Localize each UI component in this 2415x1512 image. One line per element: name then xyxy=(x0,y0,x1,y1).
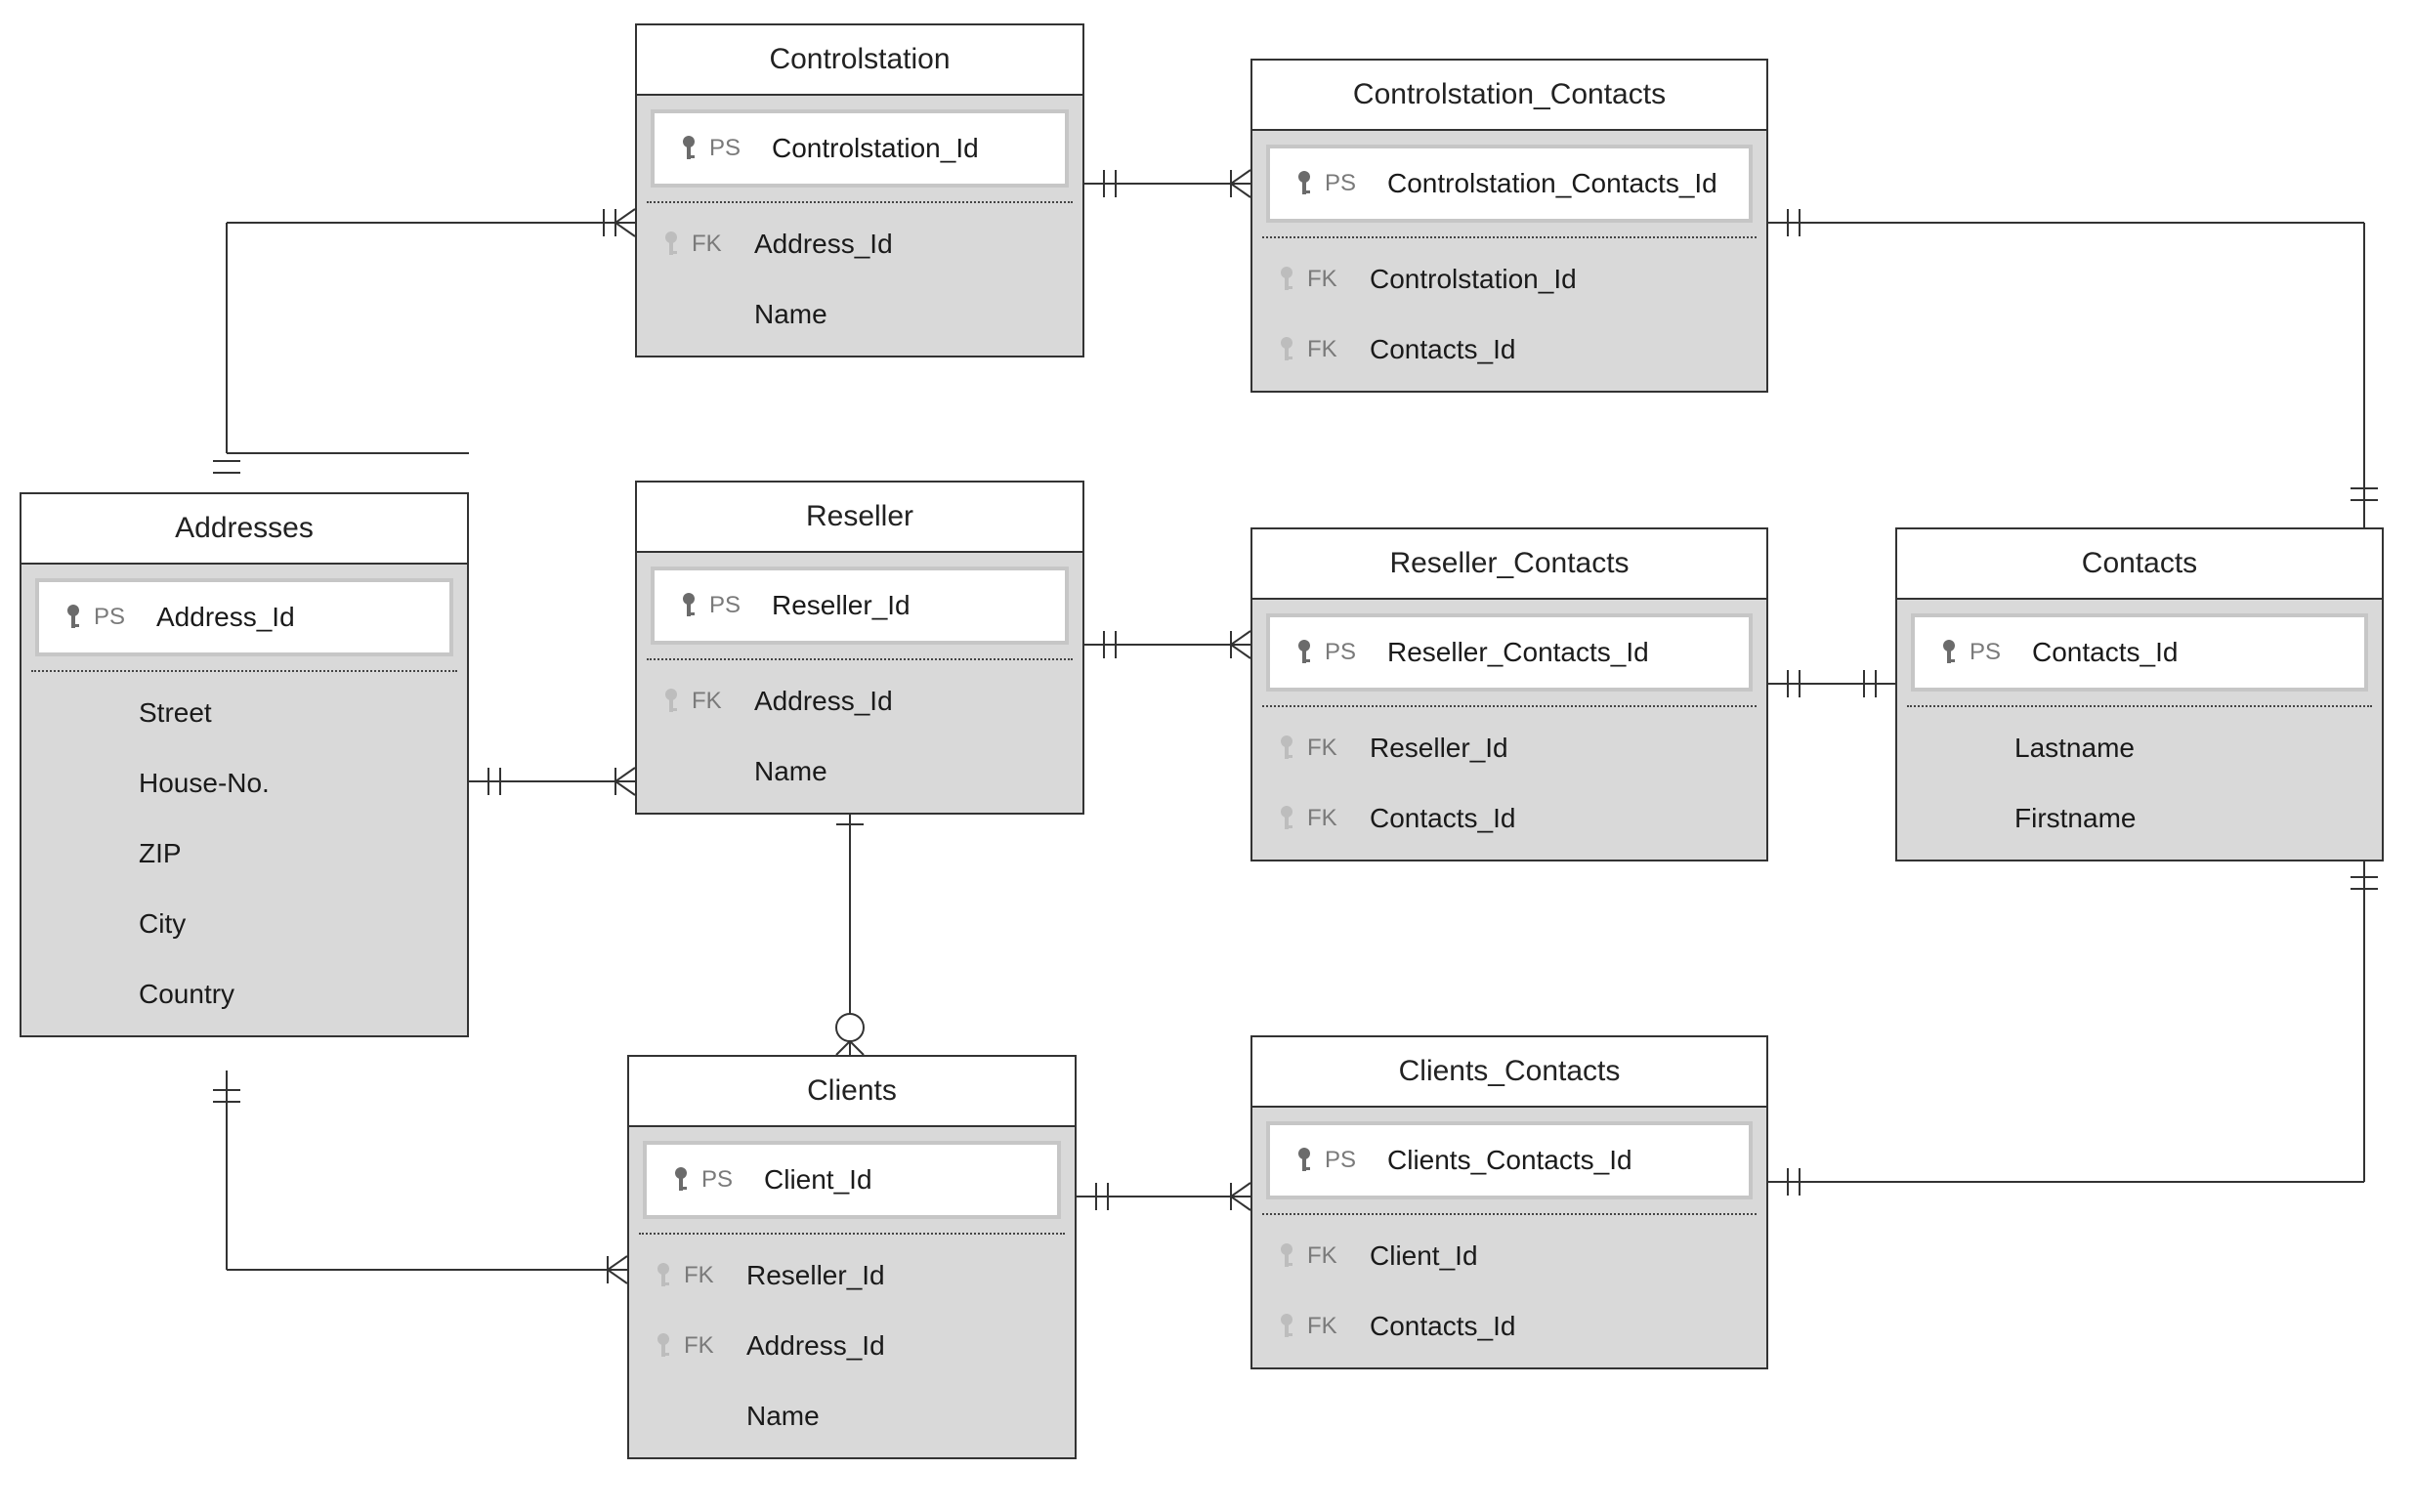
key-type-label: PS xyxy=(1325,1147,1372,1174)
foreign-key-icon xyxy=(651,230,692,259)
field-name: Street xyxy=(123,697,457,729)
field-name: Address_Id xyxy=(739,686,1073,717)
foreign-key-icon xyxy=(1266,1312,1307,1341)
key-type-label: PS xyxy=(1970,639,2016,666)
field-name: Name xyxy=(731,1401,1065,1432)
field-name: Name xyxy=(739,299,1073,330)
entity-reseller: Reseller PS Reseller_Id FK Address_Id Na… xyxy=(635,481,1084,815)
primary-key-icon xyxy=(1284,1146,1325,1175)
foreign-key-icon xyxy=(643,1261,684,1290)
foreign-key-icon xyxy=(1266,804,1307,833)
field-name: Client_Id xyxy=(748,1164,1047,1196)
field-name: Contacts_Id xyxy=(1354,1311,1757,1342)
primary-key-icon xyxy=(668,591,709,620)
field-name: Name xyxy=(739,756,1073,787)
primary-key-icon xyxy=(1284,638,1325,667)
key-type-label: PS xyxy=(701,1166,748,1194)
field-name: Lastname xyxy=(1999,733,2372,764)
field-name: Contacts_Id xyxy=(2016,637,2354,668)
field-name: Firstname xyxy=(1999,803,2372,834)
primary-key-icon xyxy=(1928,638,1970,667)
key-type-label: FK xyxy=(684,1262,731,1289)
key-type-label: FK xyxy=(684,1332,731,1360)
key-type-label: FK xyxy=(1307,805,1354,832)
entity-controlstation-contacts: Controlstation_Contacts PS Controlstatio… xyxy=(1250,59,1768,393)
field-name: Client_Id xyxy=(1354,1240,1757,1272)
field-name: ZIP xyxy=(123,838,457,869)
entity-title: Clients xyxy=(629,1057,1075,1127)
field-name: Reseller_Id xyxy=(1354,733,1757,764)
key-type-label: FK xyxy=(1307,336,1354,363)
field-name: House-No. xyxy=(123,768,457,799)
entity-reseller-contacts: Reseller_Contacts PS Reseller_Contacts_I… xyxy=(1250,527,1768,861)
foreign-key-icon xyxy=(651,687,692,716)
field-name: Country xyxy=(123,979,457,1010)
field-name: Address_Id xyxy=(731,1330,1065,1362)
field-name: Contacts_Id xyxy=(1354,334,1757,365)
key-type-label: PS xyxy=(94,604,141,631)
key-type-label: PS xyxy=(709,135,756,162)
field-name: Address_Id xyxy=(141,602,440,633)
field-name: Clients_Contacts_Id xyxy=(1372,1145,1739,1176)
key-type-label: FK xyxy=(1307,1242,1354,1270)
entity-contacts: Contacts PS Contacts_Id Lastname Firstna… xyxy=(1895,527,2384,861)
foreign-key-icon xyxy=(643,1331,684,1361)
key-type-label: FK xyxy=(1307,735,1354,762)
entity-title: Reseller_Contacts xyxy=(1252,529,1766,600)
field-name: Address_Id xyxy=(739,229,1073,260)
field-name: Contacts_Id xyxy=(1354,803,1757,834)
entity-title: Contacts xyxy=(1897,529,2382,600)
field-name: Reseller_Contacts_Id xyxy=(1372,637,1739,668)
field-name: Controlstation_Id xyxy=(1354,264,1757,295)
entity-controlstation: Controlstation PS Controlstation_Id FK A… xyxy=(635,23,1084,357)
entity-title: Addresses xyxy=(21,494,467,565)
field-name: Controlstation_Contacts_Id xyxy=(1372,168,1739,199)
primary-key-icon xyxy=(53,603,94,632)
field-name: City xyxy=(123,908,457,940)
foreign-key-icon xyxy=(1266,335,1307,364)
entity-title: Clients_Contacts xyxy=(1252,1037,1766,1108)
entity-title: Controlstation_Contacts xyxy=(1252,61,1766,131)
field-name: Reseller_Id xyxy=(731,1260,1065,1291)
foreign-key-icon xyxy=(1266,1241,1307,1271)
entity-clients: Clients PS Client_Id FK Reseller_Id FK A… xyxy=(627,1055,1077,1459)
entity-title: Controlstation xyxy=(637,25,1082,96)
entity-addresses: Addresses PS Address_Id Street House-No.… xyxy=(20,492,469,1037)
primary-key-icon xyxy=(660,1165,701,1195)
primary-key-icon xyxy=(668,134,709,163)
key-type-label: FK xyxy=(1307,1313,1354,1340)
key-type-label: PS xyxy=(1325,639,1372,666)
key-type-label: FK xyxy=(1307,266,1354,293)
field-name: Reseller_Id xyxy=(756,590,1055,621)
entity-clients-contacts: Clients_Contacts PS Clients_Contacts_Id … xyxy=(1250,1035,1768,1369)
key-type-label: FK xyxy=(692,231,739,258)
field-name: Controlstation_Id xyxy=(756,133,1055,164)
key-type-label: PS xyxy=(1325,170,1372,197)
foreign-key-icon xyxy=(1266,734,1307,763)
primary-key-icon xyxy=(1284,169,1325,198)
er-diagram-canvas: Addresses PS Address_Id Street House-No.… xyxy=(0,0,2415,1512)
foreign-key-icon xyxy=(1266,265,1307,294)
entity-title: Reseller xyxy=(637,483,1082,553)
key-type-label: FK xyxy=(692,688,739,715)
key-type-label: PS xyxy=(709,592,756,619)
